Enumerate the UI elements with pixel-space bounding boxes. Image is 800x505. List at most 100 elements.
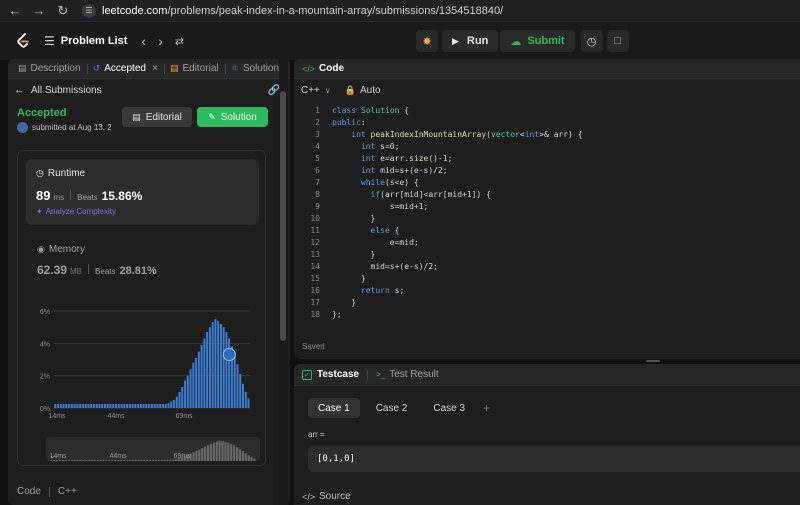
- code-line[interactable]: 5 int e=arr.size()-1;: [294, 153, 800, 165]
- code-line[interactable]: 7 while(s<e) {: [294, 177, 800, 189]
- chart-bar: [175, 396, 178, 408]
- chevron-down-icon[interactable]: ∨: [325, 86, 331, 95]
- submission-meta: submitted at Aug 13, 2: [17, 122, 112, 133]
- submit-button[interactable]: ☁ Submit: [500, 30, 575, 52]
- mini-bar: [61, 460, 65, 461]
- back-arrow-icon[interactable]: ←: [6, 2, 24, 20]
- code-panel-title: Code: [319, 63, 345, 74]
- timer-icon[interactable]: ◷: [580, 30, 603, 52]
- site-info-icon[interactable]: ☰: [82, 3, 96, 18]
- mini-bar: [148, 460, 152, 461]
- line-number: 7: [315, 178, 320, 187]
- memory-label[interactable]: ◉ Memory: [37, 244, 85, 255]
- back-arrow-icon[interactable]: ←: [14, 84, 25, 96]
- book-icon: ▤: [132, 111, 141, 122]
- tab-test-result[interactable]: Test Result: [389, 369, 438, 380]
- leetcode-logo-icon[interactable]: [16, 33, 30, 49]
- chart-bar: [244, 391, 247, 408]
- url-text[interactable]: leetcode.com/problems/peak-index-in-a-mo…: [102, 5, 503, 17]
- code-line[interactable]: 17 }: [294, 297, 800, 309]
- cloud-upload-icon: ☁: [510, 35, 522, 48]
- code-line[interactable]: 3 int peakIndexInMountainArray(vector<in…: [294, 129, 800, 141]
- case-tab-3[interactable]: Case 3: [423, 398, 475, 418]
- line-number: 13: [310, 250, 320, 259]
- add-case-icon[interactable]: +: [483, 401, 490, 415]
- address-bar[interactable]: ☰ leetcode.com/problems/peak-index-in-a-…: [82, 2, 503, 20]
- run-button[interactable]: ▶ Run: [442, 30, 499, 52]
- mini-bar: [64, 460, 67, 461]
- shuffle-icon[interactable]: ⇄: [175, 35, 184, 48]
- code-line[interactable]: 18};: [294, 309, 800, 321]
- editor-toolbar: C++ ∨ 🔒 Auto: [294, 79, 800, 101]
- language-select[interactable]: C++: [301, 85, 320, 96]
- reload-icon[interactable]: ↻: [54, 2, 72, 20]
- code-line[interactable]: 2 public:: [294, 117, 800, 129]
- chart-bar: [208, 327, 211, 408]
- notes-icon[interactable]: □: [606, 30, 629, 52]
- scrollbar-thumb[interactable]: [280, 91, 286, 341]
- mini-bar: [224, 441, 227, 461]
- all-submissions-label[interactable]: All Submissions: [31, 85, 102, 96]
- mini-bar: [247, 455, 250, 461]
- editorial-button[interactable]: ▤ Editorial: [122, 107, 192, 127]
- left-scrollbar[interactable]: [279, 59, 288, 505]
- prev-problem-icon[interactable]: ‹: [141, 33, 146, 49]
- chart-bar: [54, 403, 57, 408]
- chart-bar: [92, 403, 95, 408]
- code-line[interactable]: 4 int s=0;: [294, 141, 800, 153]
- mini-bar: [215, 441, 218, 461]
- next-problem-icon[interactable]: ›: [158, 33, 163, 49]
- avatar[interactable]: [17, 122, 28, 133]
- code-line[interactable]: 6 int mid=s+(e-s)/2;: [294, 165, 800, 177]
- all-submissions-link[interactable]: ← All Submissions 🔗: [8, 79, 290, 101]
- source-row[interactable]: </> Source: [302, 491, 351, 502]
- line-number: 16: [310, 286, 320, 295]
- code-line[interactable]: 11 else {: [294, 225, 800, 237]
- runtime-distribution-chart[interactable]: 6% 4% 2% 0%14ms 44ms 69ms: [18, 301, 266, 421]
- close-tab-icon[interactable]: ×: [152, 63, 158, 74]
- code-line[interactable]: 10 }: [294, 213, 800, 225]
- terminal-icon: >_: [376, 370, 386, 379]
- mini-bar: [198, 449, 201, 461]
- auto-mode-label[interactable]: Auto: [360, 85, 381, 96]
- chart-bar: [197, 351, 200, 408]
- runtime-box[interactable]: ◷ Runtime 89 ms Beats 15.86% ✦ Analyze Com…: [26, 159, 259, 225]
- tab-editorial[interactable]: ▤ Editorial: [164, 59, 225, 79]
- problem-list-icon[interactable]: ☰: [44, 34, 55, 48]
- problem-list-label[interactable]: Problem List: [61, 35, 128, 47]
- mini-bar: [93, 460, 96, 461]
- tab-accepted[interactable]: ↺ Accepted ×: [87, 59, 164, 79]
- code-line[interactable]: 14 mid=s+(e-s)/2;: [294, 261, 800, 273]
- tab-description[interactable]: ▤ Description: [12, 59, 87, 79]
- code-line[interactable]: 8 if(arr[mid]<arr[mid+1]) {: [294, 189, 800, 201]
- code-line[interactable]: 12 e=mid;: [294, 237, 800, 249]
- code-text: int s=0;: [360, 142, 400, 151]
- analyze-complexity-link[interactable]: ✦ Analyze Complexity: [36, 207, 116, 216]
- code-line[interactable]: 1 class Solution {: [294, 105, 800, 117]
- debug-icon[interactable]: ✸: [416, 30, 438, 52]
- case-tab-1[interactable]: Case 1: [308, 398, 360, 418]
- panel-resize-handle[interactable]: [646, 360, 660, 362]
- arr-input[interactable]: [0,1,0]: [308, 446, 800, 472]
- chart-range-slider[interactable]: 14ms 44ms 69ms: [46, 437, 260, 461]
- chart-bar: [120, 403, 123, 408]
- runtime-label-text: Runtime: [47, 168, 86, 179]
- code-line[interactable]: 15 }: [294, 273, 800, 285]
- mini-bar: [131, 460, 134, 461]
- chart-bar: [164, 403, 167, 408]
- code-line[interactable]: 9 s=mid+1;: [294, 201, 800, 213]
- code-text: int e=arr.size()-1;: [360, 154, 453, 163]
- chart-bar: [117, 403, 120, 408]
- tab-testcase[interactable]: Testcase: [317, 369, 359, 380]
- mini-bar: [160, 460, 163, 461]
- solution-button[interactable]: ✎ Solution: [197, 107, 268, 127]
- tab-label: Editorial: [182, 63, 219, 74]
- code-line[interactable]: 13 }: [294, 249, 800, 261]
- case-tab-2[interactable]: Case 2: [366, 398, 418, 418]
- mini-bar: [212, 442, 215, 461]
- code-editor[interactable]: 1 class Solution {2 public: 3 int peakIndex…: [294, 105, 800, 330]
- forward-arrow-icon[interactable]: →: [30, 2, 48, 20]
- chart-bar: [128, 403, 131, 408]
- mini-bar: [250, 457, 253, 461]
- code-line[interactable]: 16 return s;: [294, 285, 800, 297]
